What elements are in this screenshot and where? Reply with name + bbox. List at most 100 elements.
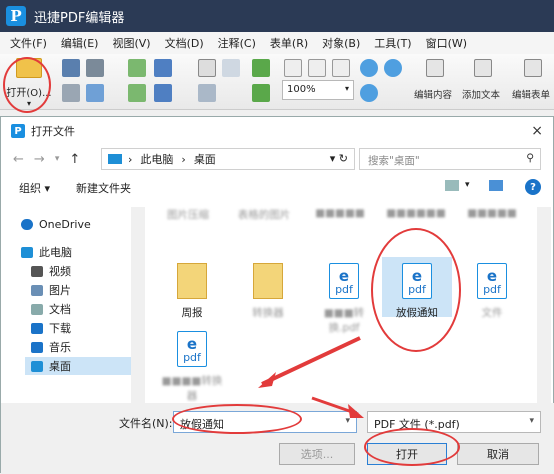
menu-tools[interactable]: 工具(T) <box>374 35 411 51</box>
dialog-navbar: ← → ▾ ↑ › 此电脑 › 桌面 ▾ ↻ 搜索"桌面" ⚲ <box>1 145 553 173</box>
list-item[interactable]: ■■■■■ <box>460 207 524 219</box>
list-item-selected[interactable]: e pdf 放假通知 <box>382 257 452 319</box>
search-input[interactable]: 搜索"桌面" ⚲ <box>359 148 541 170</box>
breadcrumb-desktop[interactable]: 桌面 <box>194 151 216 167</box>
list-item[interactable]: e pdf ■■■转换.pdf <box>312 263 376 335</box>
toolbar: 打开(O)... ▾ <box>0 54 554 110</box>
open-file-dialog: P 打开文件 × ← → ▾ ↑ › 此电脑 › 桌面 ▾ ↻ 搜索"桌面" ⚲… <box>0 116 554 474</box>
fit-page-icon[interactable] <box>308 59 326 77</box>
list-item[interactable]: 图片压缩 <box>156 207 220 222</box>
menu-bar: 文件(F) 编辑(E) 视图(V) 文档(D) 注释(C) 表单(R) 对象(B… <box>0 32 554 54</box>
menu-view[interactable]: 视图(V) <box>112 35 150 51</box>
list-item[interactable]: 转换器 <box>236 263 300 320</box>
list-item[interactable]: e pdf 文件 <box>460 263 524 320</box>
print-icon[interactable] <box>86 59 104 77</box>
filetype-select[interactable]: PDF 文件 (*.pdf) ▾ <box>367 411 541 433</box>
app-logo-icon: P <box>6 6 26 26</box>
address-bar[interactable]: › 此电脑 › 桌面 ▾ ↻ <box>101 148 355 170</box>
add-text-icon[interactable] <box>474 59 492 77</box>
fit-width-icon[interactable] <box>332 59 350 77</box>
zoom-out-icon[interactable] <box>384 59 402 77</box>
email-icon[interactable] <box>86 84 104 102</box>
menu-document[interactable]: 文档(D) <box>165 35 204 51</box>
help-icon[interactable]: ? <box>525 179 541 195</box>
hand-tool-icon[interactable] <box>198 59 216 77</box>
edit-form-label[interactable]: 编辑表单 <box>512 87 550 101</box>
back-arrow-icon[interactable]: ← <box>13 152 24 167</box>
save-icon[interactable] <box>62 59 80 77</box>
pictures-icon <box>31 284 43 296</box>
dialog-app-icon: P <box>11 124 25 138</box>
document-icon <box>177 263 207 299</box>
forward-icon[interactable] <box>128 84 146 102</box>
menu-object[interactable]: 对象(B) <box>322 35 360 51</box>
dialog-titlebar: P 打开文件 × <box>1 117 553 145</box>
edit-content-label[interactable]: 编辑内容 <box>414 87 452 101</box>
zoom-out-icon[interactable] <box>360 59 378 77</box>
actual-size-icon[interactable] <box>284 59 302 77</box>
menu-comment[interactable]: 注释(C) <box>218 35 256 51</box>
file-list: 图片压缩 表格的图片 ■■■■■ ■■■■■■ ■■■■■ 周报 转换器 e pd… <box>156 207 536 403</box>
open-file-button[interactable]: 打开 <box>367 443 447 465</box>
documents-icon <box>31 303 43 315</box>
nav-desktop[interactable]: 桌面 <box>25 357 133 375</box>
rotate-back-icon[interactable] <box>252 84 270 102</box>
forward-arrow-icon[interactable]: → <box>34 152 45 167</box>
redo-icon[interactable] <box>154 84 172 102</box>
nav-scrollbar[interactable] <box>131 207 145 403</box>
cloud-icon <box>21 218 33 230</box>
menu-form[interactable]: 表单(R) <box>270 35 308 51</box>
breadcrumb-pc[interactable]: 此电脑 <box>140 151 173 167</box>
up-arrow-icon[interactable]: ↑ <box>69 152 80 167</box>
chevron-down-icon[interactable]: ▾ <box>465 180 470 190</box>
music-icon <box>31 341 43 353</box>
snapshot-icon[interactable] <box>198 84 216 102</box>
close-icon[interactable]: × <box>531 123 543 139</box>
edit-form-icon[interactable] <box>524 59 542 77</box>
nav-this-pc[interactable]: 此电脑 <box>21 243 141 261</box>
scan-icon[interactable] <box>62 84 80 102</box>
folder-icon <box>16 58 42 78</box>
undo-icon[interactable] <box>154 59 172 77</box>
list-item[interactable]: 周报 <box>160 263 224 320</box>
file-list-scrollbar[interactable] <box>537 207 551 403</box>
rotate-icon[interactable] <box>252 59 270 77</box>
list-item[interactable]: ■■■■■■ <box>384 207 448 219</box>
download-icon <box>31 322 43 334</box>
zoom-in-icon[interactable] <box>360 84 378 102</box>
chevron-down-icon[interactable]: ▾ <box>345 416 350 426</box>
filename-field[interactable]: 放假通知 ▾ <box>173 411 357 433</box>
app-titlebar: P 迅捷PDF编辑器 <box>0 0 554 32</box>
back-icon[interactable] <box>128 59 146 77</box>
zoom-select[interactable]: 100% ▾ <box>282 80 354 100</box>
nav-onedrive[interactable]: OneDrive <box>21 215 141 233</box>
organize-button[interactable]: 组织 ▾ <box>19 180 50 196</box>
pc-icon <box>108 154 122 164</box>
pdf-icon: e pdf <box>177 331 207 367</box>
preview-pane-icon[interactable] <box>489 180 503 191</box>
options-button[interactable]: 选项... <box>279 443 355 465</box>
refresh-icon[interactable]: ▾ ↻ <box>330 152 348 165</box>
navigation-pane: OneDrive 此电脑 视频 图片 文档 下载 音乐 桌面 <box>1 207 147 403</box>
new-folder-button[interactable]: 新建文件夹 <box>76 180 131 196</box>
video-icon <box>31 265 43 277</box>
list-item[interactable]: 表格的图片 <box>232 207 296 222</box>
command-bar: 组织 ▾ 新建文件夹 ▾ ? <box>1 173 553 203</box>
add-text-label[interactable]: 添加文本 <box>462 87 500 101</box>
pdf-icon: e pdf <box>477 263 507 299</box>
search-icon: ⚲ <box>526 152 534 164</box>
menu-file[interactable]: 文件(F) <box>10 35 47 51</box>
cancel-button[interactable]: 取消 <box>457 443 539 465</box>
app-title: 迅捷PDF编辑器 <box>34 10 125 26</box>
list-item[interactable]: e pdf ■■■■转换器 <box>160 331 224 403</box>
chevron-down-icon: ▾ <box>26 99 31 108</box>
select-tool-icon[interactable] <box>222 59 240 77</box>
edit-content-icon[interactable] <box>426 59 444 77</box>
chevron-down-icon[interactable]: ▾ <box>529 416 534 426</box>
menu-window[interactable]: 窗口(W) <box>426 35 467 51</box>
recent-dropdown-icon[interactable]: ▾ <box>55 154 60 164</box>
view-mode-icon[interactable] <box>445 180 459 191</box>
open-button[interactable]: 打开(O)... ▾ <box>6 58 52 108</box>
menu-edit[interactable]: 编辑(E) <box>61 35 99 51</box>
list-item[interactable]: ■■■■■ <box>308 207 372 219</box>
